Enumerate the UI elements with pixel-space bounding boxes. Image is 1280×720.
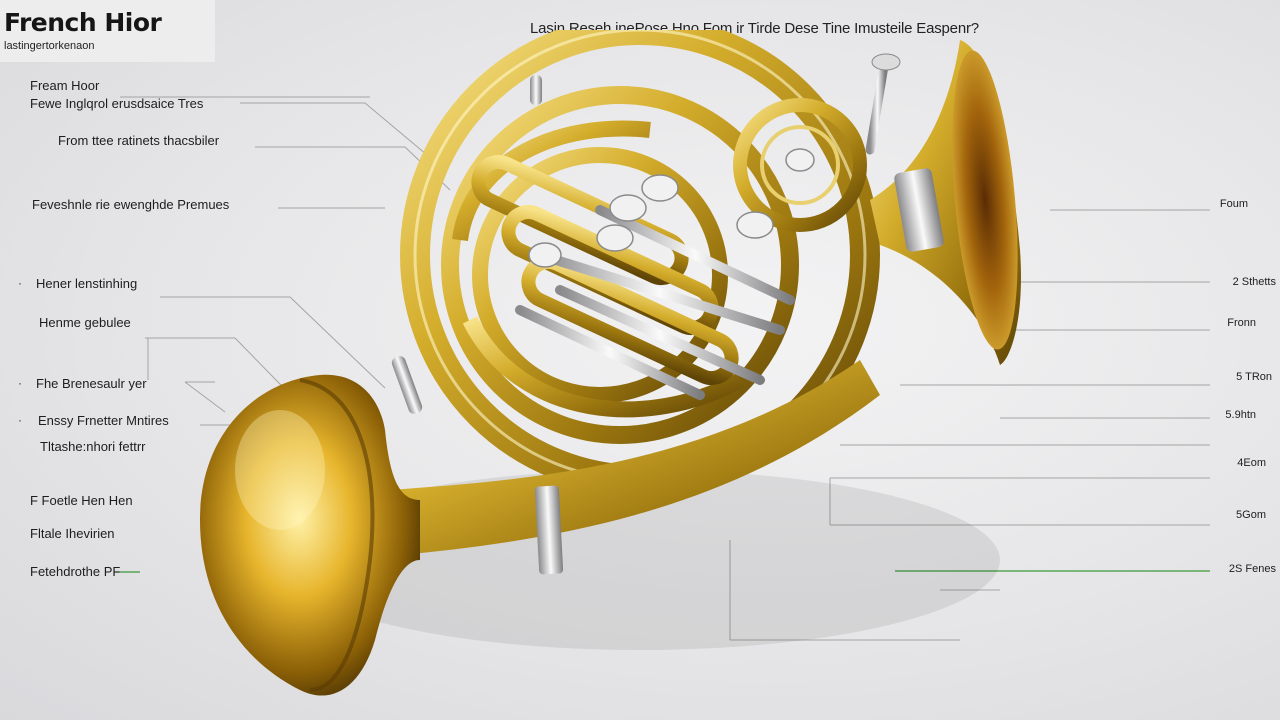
label-7: Fhe Brenesaulr yer — [36, 376, 147, 391]
label-11: Fltale Ihevirien — [30, 526, 115, 541]
right-label-8: 2S Fenes — [1228, 563, 1276, 575]
right-label-3: Fronn — [1227, 317, 1256, 329]
french-horn-illustration — [200, 30, 1021, 696]
label-6: Henme gebulee — [39, 315, 131, 330]
right-label-4: 5 TRon — [1236, 371, 1272, 383]
right-label-7: 5Gom — [1236, 509, 1266, 521]
bullet-dot: · — [18, 276, 22, 290]
label-12: Fetehdrothe PF — [30, 564, 121, 579]
right-label-2: 2 Sthetts — [1232, 276, 1276, 288]
label-10: F Foetle Hen Hen — [30, 493, 133, 508]
bullet-dot: · — [18, 376, 22, 390]
label-2: Fewe Inglqrol erusdsaice Tres — [30, 96, 204, 111]
label-9: Tltashe:nhori fettrr — [40, 439, 146, 454]
label-4: Feveshnle rie ewenghde Premues — [32, 197, 230, 212]
right-label-6: 4Eom — [1237, 457, 1266, 469]
right-label-5: 5.9htn — [1225, 409, 1256, 421]
right-label-1: Foum — [1219, 198, 1248, 210]
label-1: Fream Hoor — [30, 78, 100, 93]
label-8: Enssy Frnetter Mntires — [38, 413, 169, 428]
bullet-dot: · — [18, 413, 22, 427]
label-3: From ttee ratinets thacsbiler — [58, 133, 220, 148]
label-5: Hener lenstinhing — [36, 276, 138, 291]
